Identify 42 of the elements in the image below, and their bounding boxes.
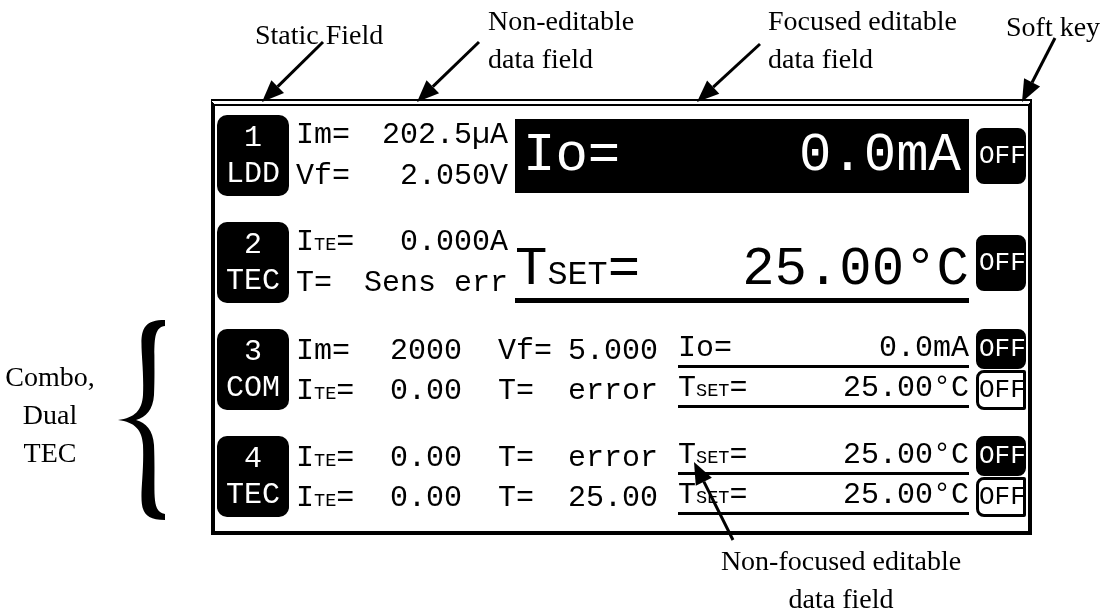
reading-label: T=	[296, 265, 332, 300]
channel-type: TEC	[226, 476, 280, 513]
callout-label: Non-focused editable data field	[719, 544, 963, 612]
reading-value: 2000	[389, 333, 462, 368]
reading-label: Im=	[296, 333, 351, 368]
reading-value: 202.5µA	[381, 118, 508, 153]
reading-value: error	[567, 440, 658, 475]
soft-key[interactable]: OFF	[976, 436, 1026, 477]
reading-label: T=	[497, 440, 535, 475]
channel-type: LDD	[226, 155, 280, 192]
reading-value: 0.00	[389, 440, 462, 475]
reading-label: Vf=	[296, 158, 350, 193]
channel-number: 2	[244, 226, 262, 263]
channel-type: TEC	[226, 262, 280, 299]
reading-value: error	[567, 374, 658, 409]
reading-label: Im=	[296, 118, 350, 153]
reading-value: 0.00	[389, 374, 462, 409]
reading-label: T=	[497, 481, 535, 516]
channel-number: 1	[244, 119, 262, 156]
callout-label: Non-editable data field	[488, 4, 636, 76]
soft-key[interactable]: OFF	[976, 476, 1026, 517]
reading-value: 2.050V	[399, 158, 508, 193]
reading-value: 5.000	[567, 333, 658, 368]
reading-value: 0.000A	[399, 225, 508, 260]
reading-label: T=	[497, 374, 535, 409]
callout-label: Combo, Dual TEC	[4, 360, 96, 470]
setpoint-field[interactable]: Io= 0.0mA	[678, 330, 969, 368]
callout-label: Static Field	[255, 18, 385, 52]
soft-key[interactable]: OFF	[976, 369, 1026, 410]
callout-label: Soft key	[1006, 10, 1102, 44]
soft-key[interactable]: OFF	[976, 127, 1026, 184]
callout-label: Focused editable data field	[768, 4, 958, 76]
reading-value: 0.00	[389, 481, 462, 516]
reading-value: 25.00	[567, 481, 658, 516]
soft-key[interactable]: OFF	[976, 234, 1026, 291]
setpoint-field[interactable]: Io= 0.0mA	[515, 118, 969, 193]
channel-number: 4	[244, 440, 262, 477]
reading-label: Vf=	[497, 333, 553, 368]
soft-key[interactable]: OFF	[976, 329, 1026, 370]
reading-value: Sens err	[363, 265, 508, 300]
channel-number: 3	[244, 333, 262, 370]
channel-type: COM	[226, 369, 280, 406]
